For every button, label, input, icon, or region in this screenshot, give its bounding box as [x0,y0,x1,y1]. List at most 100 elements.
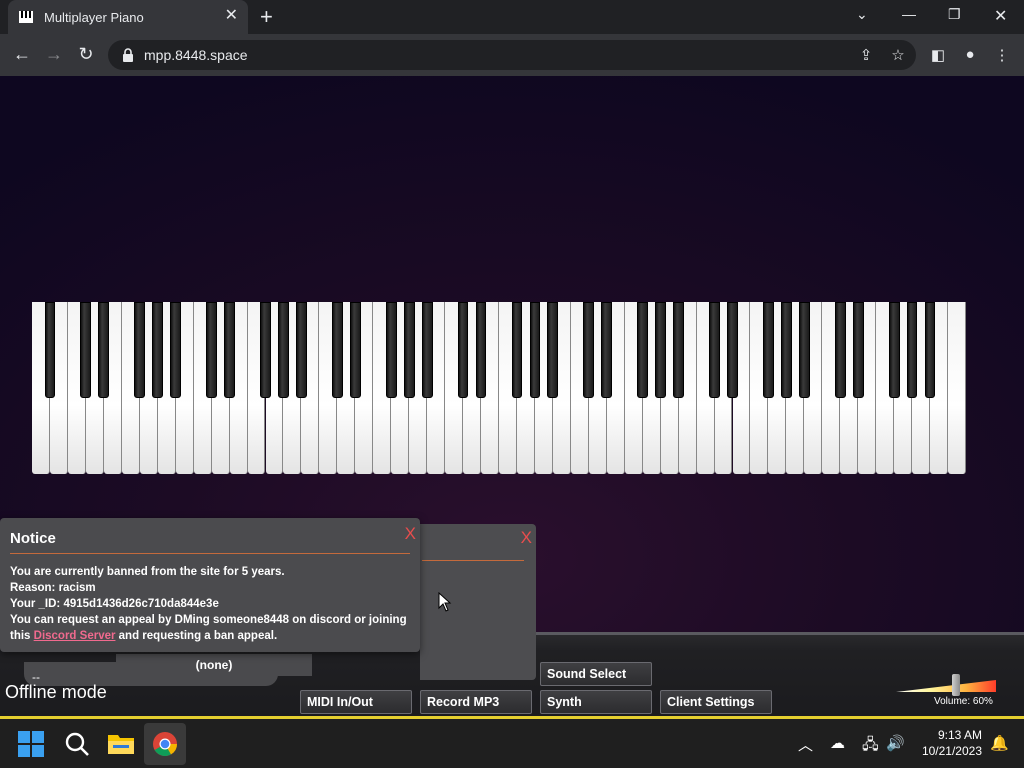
discord-server-link[interactable]: Discord Server [34,630,116,642]
file-explorer-icon[interactable] [107,731,135,755]
windows-start-icon[interactable] [18,731,44,757]
piano-black-key[interactable] [170,302,182,398]
notice-dialog: Notice X You are currently banned from t… [0,518,420,652]
volume-label: Volume: 60% [934,696,993,707]
piano-black-key[interactable] [780,302,792,398]
tab-close-icon[interactable]: ✕ [225,8,238,24]
notice-reason-line: Reason: racism [10,582,96,594]
address-bar[interactable]: mpp.8448.space [108,40,916,70]
piano-black-key[interactable] [888,302,900,398]
piano-black-key[interactable] [547,302,559,398]
piano-black-key[interactable] [349,302,361,398]
notice-appeal-line: You can request an appeal by DMing someo… [10,614,407,626]
share-icon[interactable]: ⇪ [856,46,876,64]
piano-black-key[interactable] [798,302,810,398]
piano-white-key[interactable] [948,302,966,474]
piano-black-key[interactable] [421,302,433,398]
search-icon[interactable] [64,731,90,757]
side-panel-icon[interactable]: ◧ [928,46,948,64]
background-dialog-close-button[interactable]: X [521,528,532,548]
midi-in-out-button[interactable]: MIDI In/Out [300,690,412,714]
notice-id-line: Your _ID: 4915d1436d26c710da844e3e [10,598,219,610]
menu-kebab-icon[interactable]: ⋮ [992,46,1012,64]
notice-appeal-suffix: and requesting a ban appeal. [115,630,278,642]
piano-black-key[interactable] [44,302,56,398]
piano-black-key[interactable] [98,302,110,398]
dialog-divider [422,560,524,561]
volume-slider[interactable]: Volume: 60% [896,674,996,710]
notice-title: Notice [10,530,56,547]
client-settings-button[interactable]: Client Settings [660,690,772,714]
browser-toolbar: ← → ↻ mpp.8448.space ⇪ ☆ ◧ ● ⋮ [0,34,1024,76]
piano-black-key[interactable] [834,302,846,398]
bookmark-star-icon[interactable]: ☆ [888,46,908,64]
notice-divider [10,553,410,554]
close-window-icon[interactable]: ✕ [994,6,1007,26]
notice-close-button[interactable]: X [405,524,416,544]
piano-black-key[interactable] [529,302,541,398]
minimize-icon[interactable]: — [902,6,916,22]
piano-keyboard[interactable] [32,302,966,474]
piano-black-key[interactable] [511,302,523,398]
lock-icon [123,48,133,62]
notice-body: You are currently banned from the site f… [10,564,415,644]
url-text: mpp.8448.space [144,47,248,63]
piano-black-key[interactable] [475,302,487,398]
sound-select-button[interactable]: Sound Select [540,662,652,686]
piano-black-key[interactable] [906,302,918,398]
piano-black-key[interactable] [637,302,649,398]
piano-black-key[interactable] [852,302,864,398]
piano-black-key[interactable] [260,302,271,398]
windows-taskbar: ︿ ☁ 🖧 🔊 9:13 AM 10/21/2023 🔔 [0,719,1024,768]
piano-black-key[interactable] [152,302,164,398]
chrome-icon[interactable] [152,731,178,757]
piano-black-key[interactable] [331,302,343,398]
clock-date: 10/21/2023 [921,744,982,758]
tab-search-icon[interactable]: ⌄ [856,6,868,23]
notification-bell-icon[interactable]: 🔔 [990,734,1009,752]
piano-black-key[interactable] [709,302,720,398]
tab-title: Multiplayer Piano [44,9,144,25]
new-tab-icon[interactable]: + [260,6,273,28]
synth-button[interactable]: Synth [540,690,652,714]
piano-black-key[interactable] [763,302,774,398]
piano-black-key[interactable] [206,302,217,398]
speaker-icon[interactable]: 🔊 [886,734,905,752]
piano-black-key[interactable] [655,302,667,398]
piano-black-key[interactable] [727,302,738,398]
notice-appeal-prefix: this [10,630,34,642]
piano-black-key[interactable] [278,302,289,398]
piano-black-key[interactable] [80,302,92,398]
taskbar-clock[interactable]: 9:13 AM 10/21/2023 [912,727,982,759]
tray-overflow-chevron-icon[interactable]: ︿ [798,734,813,755]
browser-titlebar: Multiplayer Piano ✕ + ⌄ — ❐ ✕ [0,0,1024,34]
clock-time: 9:13 AM [937,728,982,742]
offline-status: Offline mode [5,682,107,702]
volume-track [896,680,996,692]
piano-black-key[interactable] [296,302,307,398]
room-tag: (none) [116,654,312,676]
restore-icon[interactable]: ❐ [948,6,961,23]
piano-black-key[interactable] [134,302,146,398]
profile-icon[interactable]: ● [960,46,980,63]
notice-appeal-line-2: this Discord Server and requesting a ban… [10,628,415,644]
piano-favicon-icon [19,11,33,23]
reload-icon[interactable]: ↻ [74,44,98,64]
mouse-cursor-icon [438,592,452,612]
volume-knob[interactable] [952,674,960,696]
piano-black-key[interactable] [385,302,397,398]
piano-black-key[interactable] [601,302,613,398]
piano-black-key[interactable] [224,302,235,398]
piano-black-key[interactable] [673,302,684,398]
piano-black-key[interactable] [583,302,595,398]
record-mp3-button[interactable]: Record MP3 [420,690,532,714]
browser-tab[interactable]: Multiplayer Piano ✕ [8,0,248,34]
back-icon[interactable]: ← [10,44,34,64]
network-icon[interactable]: 🖧 [862,734,879,759]
notice-ban-line: You are currently banned from the site f… [10,566,285,578]
piano-black-key[interactable] [924,302,936,398]
piano-black-key[interactable] [403,302,415,398]
forward-icon[interactable]: → [42,44,66,64]
piano-black-key[interactable] [457,302,469,398]
onedrive-cloud-icon[interactable]: ☁ [830,734,845,752]
